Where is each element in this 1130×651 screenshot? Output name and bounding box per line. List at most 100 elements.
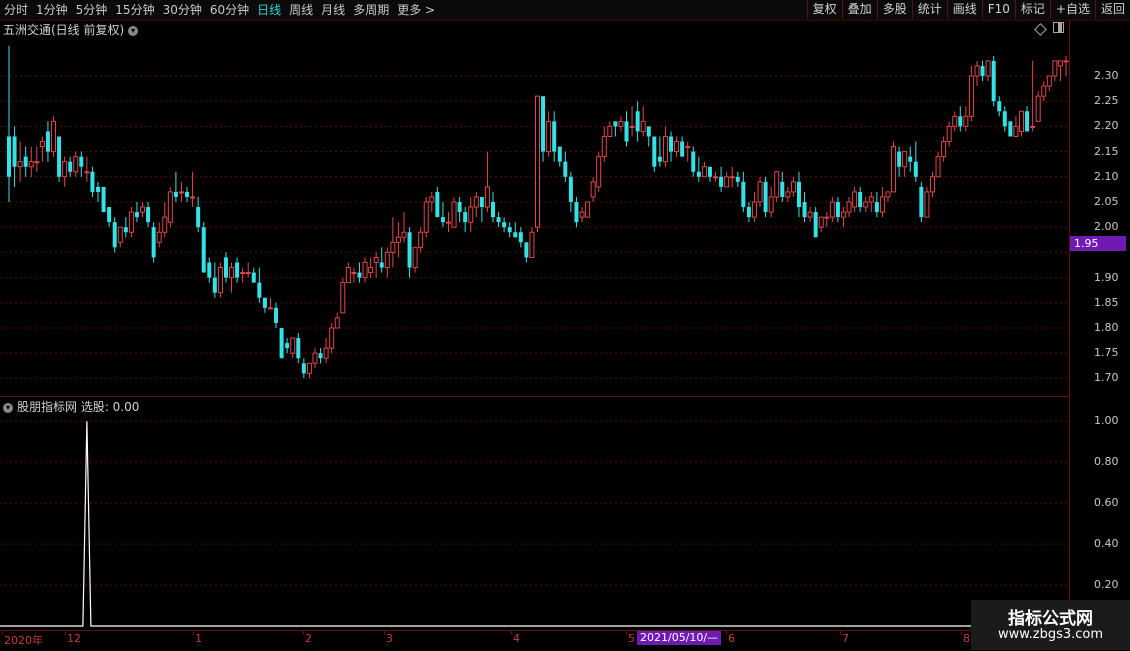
candle-body [813, 212, 818, 238]
indicator-title-label: 股朋指标网 选股: 0.00 [17, 400, 140, 414]
candle-body [868, 196, 874, 203]
candle-body [746, 207, 751, 218]
candle-body [1018, 110, 1024, 132]
candle-body [719, 176, 724, 187]
time-tick [511, 631, 512, 635]
candle-body [941, 141, 947, 158]
candle-body [535, 95, 540, 228]
price-tick-label: 1.70 [1094, 371, 1119, 384]
candle-body [151, 227, 156, 258]
candle-body [796, 181, 801, 208]
candle-body [507, 227, 512, 233]
candle-body [1002, 111, 1007, 127]
candle-body [457, 202, 462, 213]
candle-body [274, 307, 279, 323]
candle-body [395, 236, 401, 243]
candle-body [7, 136, 11, 177]
candle-body [985, 60, 991, 77]
candle-body [557, 146, 562, 162]
candle-body [39, 141, 45, 148]
candle-body [674, 141, 680, 153]
candle-body [134, 212, 139, 218]
candle-body [423, 201, 429, 233]
candle-body [1063, 60, 1069, 63]
candle-body [1035, 95, 1041, 122]
current-price-tag: 1.95 [1070, 236, 1126, 251]
price-tick-label: 2.05 [1094, 195, 1119, 208]
candle-body [908, 156, 913, 162]
indicator-tick-label: 0.40 [1094, 537, 1119, 550]
candle-body [12, 136, 17, 167]
price-tick-label: 2.25 [1094, 94, 1119, 107]
candle-body [1052, 60, 1058, 77]
candle-body [662, 135, 668, 163]
chevron-down-icon[interactable]: ▾ [3, 402, 13, 413]
candle-body [924, 191, 930, 218]
candle-body [34, 161, 40, 164]
candle-body [963, 115, 969, 127]
candle-body [596, 156, 602, 188]
candle-body [1008, 121, 1013, 137]
candle-body [835, 202, 840, 218]
kline-chart[interactable] [0, 0, 1130, 650]
candle-body [296, 338, 301, 359]
candle-body [897, 151, 902, 167]
candle-body [329, 327, 335, 349]
candle-body [518, 232, 523, 243]
candle-body [640, 120, 646, 132]
time-tick [626, 631, 627, 635]
time-axis-label: 4 [513, 632, 520, 645]
candle-body [479, 196, 484, 208]
candle-body [724, 176, 730, 188]
candle-body [235, 262, 240, 278]
candle-body [1046, 75, 1052, 87]
candle-body [701, 166, 707, 178]
candle-body [802, 202, 807, 218]
candle-body [357, 272, 362, 278]
time-axis-label: 2 [305, 632, 312, 645]
candle-body [362, 261, 368, 279]
candle-body [1025, 111, 1030, 132]
candle-body [601, 135, 607, 158]
price-axis-line [1069, 20, 1070, 630]
candle-body [568, 176, 573, 202]
time-tick [65, 631, 66, 635]
candle-body [563, 161, 568, 177]
candle-body [735, 176, 740, 182]
candle-body [190, 196, 196, 199]
candle-body [991, 60, 996, 102]
candle-body [590, 181, 596, 198]
candle-body [90, 171, 95, 192]
watermark-title: 指标公式网 [1008, 609, 1093, 629]
time-axis-label: 6 [728, 632, 735, 645]
candle-body [997, 101, 1002, 112]
price-tick-label: 2.30 [1094, 69, 1119, 82]
side-panel-edge [1122, 20, 1130, 630]
indicator-tick-label: 0.80 [1094, 455, 1119, 468]
candle-body [524, 242, 529, 258]
candle-body [579, 211, 585, 218]
time-axis-label: 2020年 [4, 634, 43, 647]
price-tick-label: 1.90 [1094, 271, 1119, 284]
candle-body [952, 115, 958, 127]
candle-body [440, 217, 445, 223]
panel-divider [0, 396, 1070, 397]
candle-body [418, 231, 424, 248]
price-tick-label: 1.85 [1094, 296, 1119, 309]
candle-body [229, 267, 235, 279]
cursor-date-tag: 2021/05/10/— [637, 631, 722, 645]
candle-body [429, 196, 435, 203]
candle-body [974, 65, 980, 77]
candle-body [173, 191, 178, 197]
time-axis-label: 5 [628, 632, 635, 645]
candle-body [741, 181, 746, 208]
price-tick-label: 1.75 [1094, 346, 1119, 359]
candle-body [318, 353, 323, 359]
indicator-signal-line [0, 421, 1069, 627]
candle-body [384, 251, 390, 269]
price-tick-label: 2.20 [1094, 119, 1119, 132]
candle-body [729, 176, 735, 179]
candle-body [774, 171, 780, 198]
candle-body [885, 191, 891, 198]
candle-body [240, 272, 246, 275]
